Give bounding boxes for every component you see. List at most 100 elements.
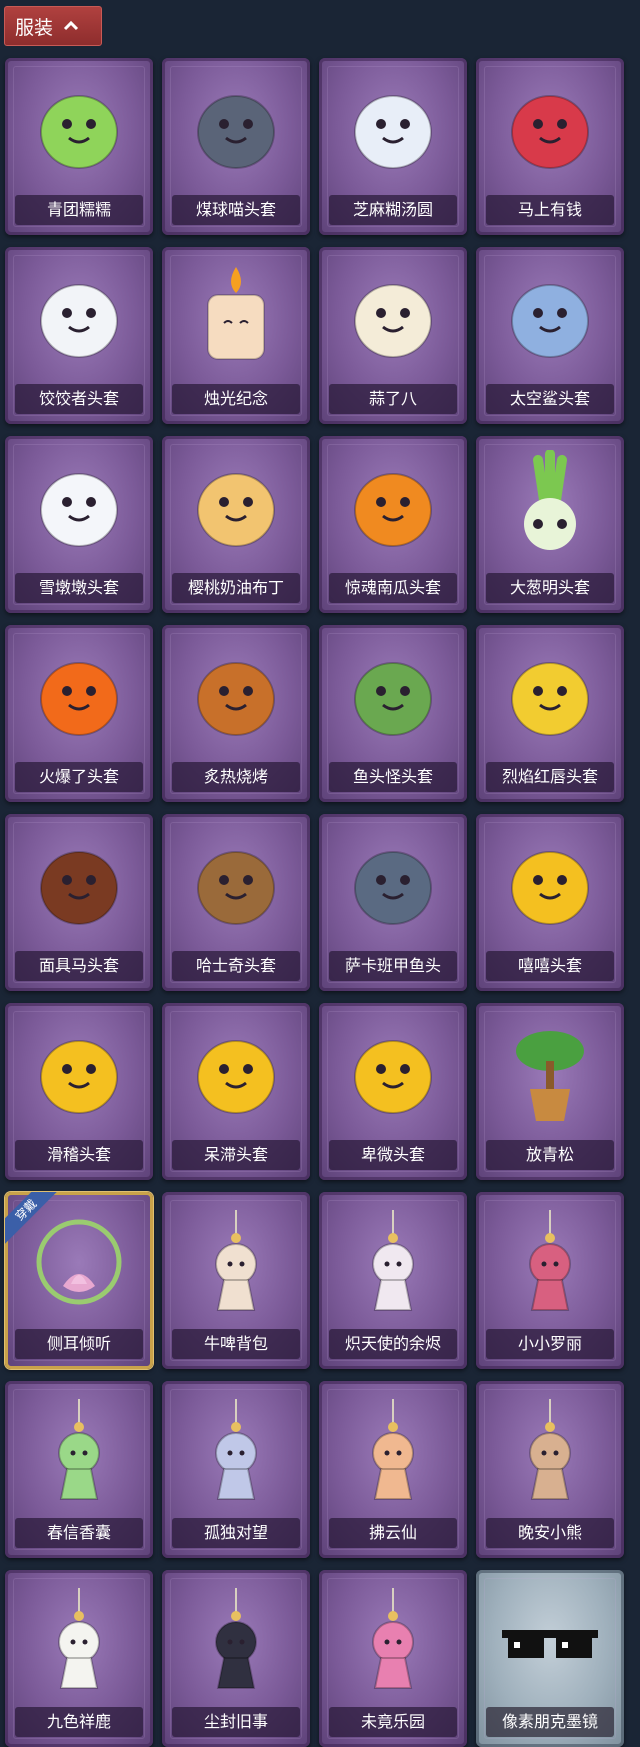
outfit-card[interactable]: 孤独对望 <box>162 1381 310 1558</box>
grin-emoji-icon <box>494 828 606 940</box>
outfit-card[interactable]: 嘻嘻头套 <box>476 814 624 991</box>
outfit-card[interactable]: 青团糯糯 <box>5 58 153 235</box>
outfit-card[interactable]: 小小罗丽 <box>476 1192 624 1369</box>
deer-charm-icon <box>23 1584 135 1696</box>
outfit-card[interactable]: 火爆了头套 <box>5 625 153 802</box>
outfit-card[interactable]: 饺饺者头套 <box>5 247 153 424</box>
outfit-card-label: 大葱明头套 <box>486 573 614 603</box>
outfit-card[interactable]: 哈士奇头套 <box>162 814 310 991</box>
outfit-card-label: 尘封旧事 <box>172 1707 300 1737</box>
outfit-card[interactable]: 鱼头怪头套 <box>319 625 467 802</box>
outfit-card-label: 萨卡班甲鱼头 <box>329 951 457 981</box>
red-horse-icon <box>494 72 606 184</box>
dumpling-cloud-icon <box>23 261 135 373</box>
outfit-card[interactable]: 拂云仙 <box>319 1381 467 1558</box>
outfit-card[interactable]: 大葱明头套 <box>476 436 624 613</box>
pumpkin-icon <box>337 450 449 562</box>
outfit-card[interactable]: 未竟乐园 <box>319 1570 467 1747</box>
potted-pine-icon <box>494 1017 606 1129</box>
outfit-card[interactable]: 马上有钱 <box>476 58 624 235</box>
outfit-card-label: 煤球喵头套 <box>172 195 300 225</box>
outfit-card[interactable]: 尘封旧事 <box>162 1570 310 1747</box>
outfit-card-label: 面具马头套 <box>15 951 143 981</box>
outfit-card-label: 哈士奇头套 <box>172 951 300 981</box>
outfit-card[interactable]: 太空鲨头套 <box>476 247 624 424</box>
outfit-card-label: 牛啤背包 <box>172 1329 300 1359</box>
outfit-card[interactable]: 九色祥鹿 <box>5 1570 153 1747</box>
outfit-card-label: 像素朋克墨镜 <box>486 1707 614 1737</box>
outfit-card[interactable]: 侧耳倾听 穿戴 <box>5 1192 153 1369</box>
outfit-card-label: 烈焰红唇头套 <box>486 762 614 792</box>
outfit-card[interactable]: 惊魂南瓜头套 <box>319 436 467 613</box>
outfit-card[interactable]: 呆滞头套 <box>162 1003 310 1180</box>
outfit-card[interactable]: 烛光纪念 <box>162 247 310 424</box>
outfit-card-label: 鱼头怪头套 <box>329 762 457 792</box>
outfit-card-label: 滑稽头套 <box>15 1140 143 1170</box>
outfit-card-label: 未竟乐园 <box>329 1707 457 1737</box>
outfit-card-label: 雪墩墩头套 <box>15 573 143 603</box>
outfit-grid: 青团糯糯 煤球喵头套 芝麻糊汤圆 马上有钱饺饺者头套 烛光纪念 蒜了八 太空鲨头套雪墩墩头… <box>5 58 635 1747</box>
outfit-card-label: 炽天使的余烬 <box>329 1329 457 1359</box>
blank-emoji-icon <box>180 1017 292 1129</box>
outfit-card-label: 蒜了八 <box>329 384 457 414</box>
outfit-card-label: 孤独对望 <box>172 1518 300 1548</box>
outfit-card[interactable]: 卑微头套 <box>319 1003 467 1180</box>
outfit-card[interactable]: 煤球喵头套 <box>162 58 310 235</box>
outfit-card-label: 芝麻糊汤圆 <box>329 195 457 225</box>
cat-head-icon <box>180 72 292 184</box>
outfit-card[interactable]: 芝麻糊汤圆 <box>319 58 467 235</box>
outfit-card[interactable]: 春信香囊 <box>5 1381 153 1558</box>
yellow-mouse-icon <box>494 639 606 751</box>
outfit-card-label: 炙热烧烤 <box>172 762 300 792</box>
outfit-card[interactable]: 萨卡班甲鱼头 <box>319 814 467 991</box>
husky-head-icon <box>180 828 292 940</box>
bbq-meat-icon <box>180 639 292 751</box>
outfit-card[interactable]: 炽天使的余烬 <box>319 1192 467 1369</box>
outfit-card[interactable]: 牛啤背包 <box>162 1192 310 1369</box>
outfit-card-label: 青团糯糯 <box>15 195 143 225</box>
rice-ball-icon <box>337 72 449 184</box>
outfit-card-label: 樱桃奶油布丁 <box>172 573 300 603</box>
outfit-card-label: 春信香囊 <box>15 1518 143 1548</box>
outfit-card-label: 惊魂南瓜头套 <box>329 573 457 603</box>
clown-doll-icon <box>337 1584 449 1696</box>
outfit-card-label: 卑微头套 <box>329 1140 457 1170</box>
outfit-card-label: 晚安小熊 <box>486 1518 614 1548</box>
fish-head-icon <box>337 639 449 751</box>
garlic-icon <box>337 261 449 373</box>
outfit-card-label: 侧耳倾听 <box>15 1329 143 1359</box>
outfit-card[interactable]: 雪墩墩头套 <box>5 436 153 613</box>
outfit-card-label: 饺饺者头套 <box>15 384 143 414</box>
outfit-card-label: 小小罗丽 <box>486 1329 614 1359</box>
outfit-card[interactable]: 面具马头套 <box>5 814 153 991</box>
outfit-card[interactable]: 放青松 <box>476 1003 624 1180</box>
smirk-emoji-icon <box>23 1017 135 1129</box>
outfit-card[interactable]: 滑稽头套 <box>5 1003 153 1180</box>
outfit-card[interactable]: 烈焰红唇头套 <box>476 625 624 802</box>
shark-head-icon <box>494 261 606 373</box>
bear-charm-icon <box>494 1395 606 1507</box>
candle-icon <box>180 261 292 373</box>
pudding-icon <box>180 450 292 562</box>
dark-doll-icon <box>180 1584 292 1696</box>
outfit-card[interactable]: 像素朋克墨镜 <box>476 1570 624 1747</box>
sacabambaspis-icon <box>337 828 449 940</box>
scallion-icon <box>494 449 606 562</box>
equipped-badge: 穿戴 <box>5 1192 57 1244</box>
pixel-sunglasses-icon <box>494 1584 606 1696</box>
outfit-card[interactable]: 炙热烧烤 <box>162 625 310 802</box>
green-dumpling-icon <box>23 72 135 184</box>
outfit-card-label: 嘻嘻头套 <box>486 951 614 981</box>
outfit-card-label: 马上有钱 <box>486 195 614 225</box>
outfit-card[interactable]: 蒜了八 <box>319 247 467 424</box>
outfit-card-label: 太空鲨头套 <box>486 384 614 414</box>
outfit-card[interactable]: 樱桃奶油布丁 <box>162 436 310 613</box>
silver-doll-icon <box>180 1395 292 1507</box>
outfit-card-label: 九色祥鹿 <box>15 1707 143 1737</box>
outfit-card-label: 放青松 <box>486 1140 614 1170</box>
outfit-card[interactable]: 晚安小熊 <box>476 1381 624 1558</box>
horse-mask-icon <box>23 828 135 940</box>
outfit-card-label: 呆滞头套 <box>172 1140 300 1170</box>
fairy-charm-icon <box>337 1395 449 1507</box>
outfit-category-button[interactable]: 服装 <box>4 6 102 46</box>
